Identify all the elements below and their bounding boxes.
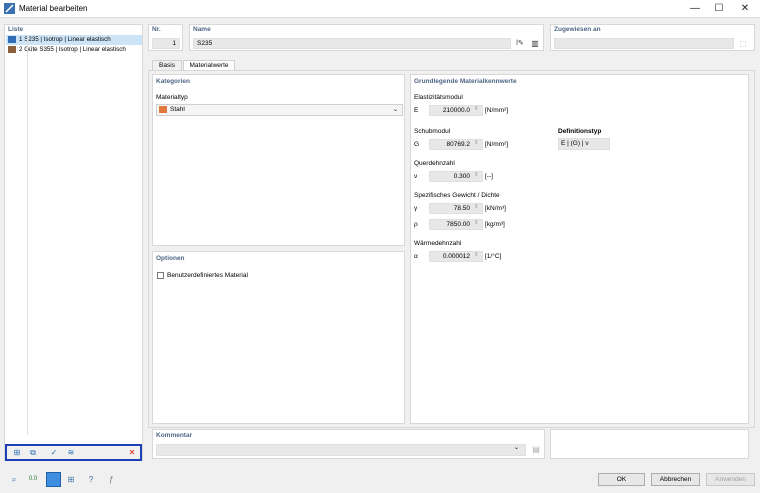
chevron-down-icon: ⌄ [392,107,398,113]
new-item-icon[interactable]: ⊞ [10,447,24,459]
shear-spin-icon[interactable]: ⇕ [474,140,479,146]
select-objects-icon[interactable]: ⬚ [736,37,750,50]
edit-name-icon[interactable]: Ɩ✎ [513,37,527,50]
poisson-symbol: ν [414,173,418,180]
color-icon[interactable] [46,472,61,487]
chevron-down-icon[interactable]: ⌄ [514,444,519,451]
search-icon[interactable]: ⌕ [7,473,21,486]
comment-label: Kommentar [156,432,193,439]
thermal-symbol: α [414,253,418,260]
assigned-group: Zugewiesen an ⬚ [550,24,755,51]
name-group: Name S235 Ɩ✎ ▥ [189,24,544,51]
material-color-swatch [8,45,16,53]
help-icon[interactable]: ? [84,473,98,486]
elastic-title: Elastizitätsmodul [414,94,463,101]
table-icon[interactable]: ⊞ [64,473,78,486]
thermal-unit: [1/°C] [485,253,502,260]
apply-button[interactable]: Anwenden [706,473,755,486]
gamma-unit: [kN/m³] [485,205,506,212]
comment-input[interactable] [156,444,526,456]
tab-basis[interactable]: Basis [152,60,182,70]
tab-materialwerte[interactable]: Materialwerte [183,60,235,70]
bottom-toolbar: ⌕ 0.0 ⊞ ? ƒ [4,472,124,488]
list-panel: Liste 1 S235 | Isotrop | Linear elastisc… [4,24,143,461]
rho-unit: [kg/m³] [485,221,505,228]
gamma-spin-icon[interactable]: ⇕ [474,204,479,210]
poisson-unit: [--] [485,173,493,180]
name-label: Name [193,26,211,33]
material-type-swatch [159,105,167,113]
options-group: Optionen Benutzerdefiniertes Material [152,251,405,424]
shear-title: Schubmodul [414,128,451,135]
material-color-swatch [8,35,16,43]
poisson-spin-icon[interactable]: ⇕ [474,172,479,178]
nr-group: Nr. 1 [148,24,183,51]
options-header: Optionen [156,255,185,262]
thermal-spin-icon[interactable]: ⇕ [474,252,479,258]
delete-icon[interactable]: ✕ [125,447,139,459]
check-all-icon[interactable]: ✓ [47,447,61,459]
comment-group: Kommentar ⌄ ▤ [152,429,545,459]
comment-library-icon[interactable]: ▤ [529,443,543,456]
cancel-button[interactable]: Abbrechen [651,473,700,486]
library-icon[interactable]: ▥ [528,37,542,50]
elastic-spin-icon[interactable]: ⇕ [474,106,479,112]
custom-material-checkbox[interactable] [157,272,164,279]
basic-values-header: Grundlegende Materialkennwerte [414,78,517,85]
close-button[interactable]: ✕ [732,0,758,18]
material-type-value: Stahl [170,106,185,113]
assigned-field[interactable] [554,38,734,49]
item-label: Güte S355 | Isotrop | Linear elastisch [24,46,126,53]
assigned-label: Zugewiesen an [554,26,601,33]
elastic-symbol: E [414,107,419,114]
poisson-title: Querdehnzahl [414,160,455,167]
material-type-dropdown[interactable]: Stahl ⌄ [156,104,403,116]
nr-label: Nr. [152,26,161,33]
list-header: Liste [8,26,24,33]
units-icon[interactable]: 0.0 [26,473,40,486]
item-number: 1 [19,36,23,43]
thermal-title: Wärmedehnzahl [414,240,462,247]
categories-header: Kategorien [156,78,190,85]
item-label: S235 | Isotrop | Linear elastisch [24,36,111,43]
name-field[interactable]: S235 [193,38,511,49]
list-divider [27,35,28,435]
categories-group: Kategorien Materialtyp Stahl ⌄ [152,74,405,246]
rho-symbol: ρ [414,221,418,228]
maximize-button[interactable]: ☐ [706,0,732,18]
rho-spin-icon[interactable]: ⇕ [474,220,479,226]
material-type-label: Materialtyp [156,94,188,101]
comment-preview [550,429,749,459]
gamma-symbol: γ [414,205,418,212]
window-title: Material bearbeiten [19,4,88,13]
app-icon [4,3,15,14]
basic-values-group: Grundlegende Materialkennwerte Elastizit… [410,74,749,424]
copy-item-icon[interactable]: ⧉ [26,447,40,459]
item-number: 2 [19,46,23,53]
nr-field[interactable]: 1 [152,38,180,49]
uncheck-icon[interactable]: ≋ [64,447,78,459]
deftype-title: Definitionstyp [558,128,602,135]
list-toolbar: ⊞ ⧉ ✓ ≋ ✕ [5,444,142,461]
formula-icon[interactable]: ƒ [104,473,118,486]
shear-unit: [N/mm²] [485,141,509,148]
shear-symbol: G [414,141,420,148]
title-bar: Material bearbeiten — ☐ ✕ [0,0,760,18]
minimize-button[interactable]: — [682,0,708,18]
elastic-unit: [N/mm²] [485,107,509,114]
deftype-field: E | (G) | ν [558,138,610,150]
ok-button[interactable]: OK [598,473,645,486]
custom-material-label: Benutzerdefiniertes Material [167,272,248,279]
weight-title: Spezifisches Gewicht / Dichte [414,192,500,199]
